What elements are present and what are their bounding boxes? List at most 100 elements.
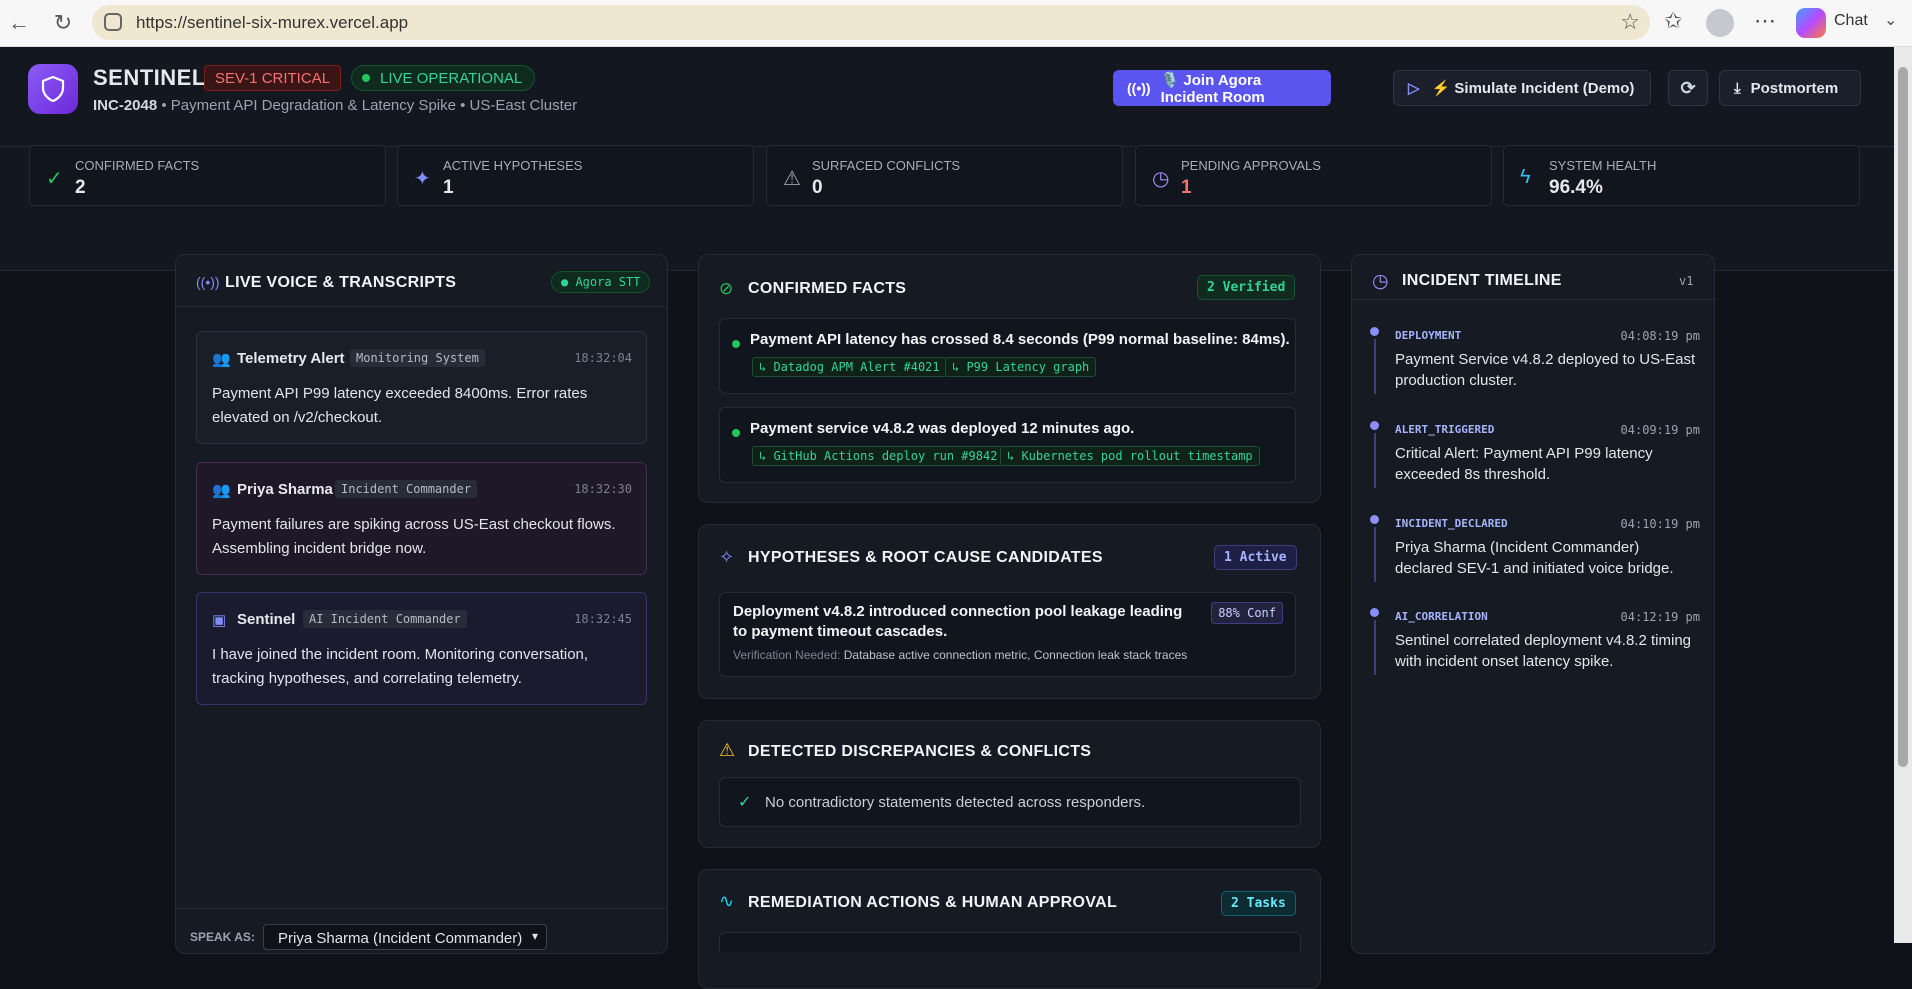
event-type: AI_CORRELATION [1395, 610, 1488, 623]
chevron-down-icon[interactable]: ⌄ [1884, 10, 1897, 30]
site-info-icon[interactable] [104, 13, 122, 31]
incident-id: INC-2048 [93, 97, 158, 114]
speaker-role: Incident Commander [335, 480, 478, 498]
message-text: Payment API P99 latency exceeded 8400ms.… [212, 385, 588, 426]
event-time: 04:09:19 pm [1620, 423, 1700, 437]
facts-badge: 2 Verified [1197, 275, 1296, 300]
event-text: Priya Sharma (Incident Commander) declar… [1395, 539, 1674, 577]
fact-dot-icon [732, 429, 740, 437]
scrollbar-thumb[interactable] [1898, 67, 1908, 767]
alert-triangle-icon: ⚠ [719, 740, 736, 760]
timeline-bullet-icon [1370, 515, 1379, 524]
timeline-event: ALERT_TRIGGERED 04:09:19 pm Critical Ale… [1370, 421, 1700, 493]
brand-title: SENTINEL [93, 65, 206, 90]
transcript-message: ▣ Sentinel AI Incident Commander 18:32:4… [196, 592, 647, 705]
stat-label: SYSTEM HEALTH [1549, 158, 1657, 173]
users-icon: 👥 [212, 482, 231, 499]
stt-badge: ● Agora STT [551, 271, 651, 293]
message-text: Payment failures are spiking across US-E… [212, 516, 616, 557]
evidence-tag[interactable]: ↳ Datadog APM Alert #4021 [752, 357, 947, 377]
fact-text: Payment API latency has crossed 8.4 seco… [750, 331, 1290, 348]
join-room-button[interactable]: ((•)) 🎙️ Join Agora Incident Room [1113, 70, 1331, 106]
event-text: Critical Alert: Payment API P99 latency … [1395, 445, 1653, 483]
timeline-version: v1 [1679, 274, 1694, 288]
reload-icon[interactable]: ↻ [48, 8, 78, 38]
remediation-item [719, 932, 1301, 952]
stat-value: 1 [1181, 177, 1192, 198]
stat-active-hypotheses: ✦ ACTIVE HYPOTHESES 1 [397, 145, 754, 206]
url-text: https://sentinel-six-murex.vercel.app [136, 12, 409, 32]
evidence-tag[interactable]: ↳ Kubernetes pod rollout timestamp [1000, 446, 1260, 466]
app-header: SENTINEL SEV-1 CRITICAL LIVE OPERATIONAL… [0, 47, 1894, 147]
back-icon[interactable]: ← [4, 8, 34, 38]
copilot-icon[interactable] [1796, 8, 1826, 38]
verification-label: Verification Needed: [733, 648, 841, 662]
refresh-button[interactable]: ⟳ [1668, 70, 1708, 106]
timeline-bullet-icon [1370, 608, 1379, 617]
check-circle-icon: ⊘ [719, 279, 734, 298]
live-dot-icon [362, 74, 370, 82]
incident-subtitle: INC-2048 • Payment API Degradation & Lat… [93, 97, 577, 114]
play-icon: ▷ [1408, 80, 1420, 97]
remediation-panel [698, 869, 1321, 989]
timeline-bullet-icon [1370, 327, 1379, 336]
timeline-title: INCIDENT TIMELINE [1402, 272, 1562, 289]
event-type: INCIDENT_DECLARED [1395, 517, 1508, 530]
postmortem-label: Postmortem [1750, 79, 1839, 97]
lightning-icon: ϟ [1520, 166, 1531, 188]
timeline-connector [1374, 433, 1376, 488]
timeline-connector [1374, 339, 1376, 394]
join-room-label: 🎙️ Join Agora Incident Room [1160, 71, 1265, 106]
status-badge: LIVE OPERATIONAL [351, 65, 536, 91]
profile-avatar[interactable] [1706, 9, 1734, 37]
evidence-tag[interactable]: ↳ P99 Latency graph [945, 357, 1097, 377]
divider [1352, 299, 1714, 300]
event-time: 04:10:19 pm [1620, 517, 1700, 531]
timeline-event: DEPLOYMENT 04:08:19 pm Payment Service v… [1370, 327, 1700, 399]
divider [176, 306, 667, 307]
speaker-name: Telemetry Alert [237, 350, 345, 367]
page-scrollbar[interactable] [1894, 47, 1912, 943]
favorite-star-icon[interactable]: ☆ [1620, 9, 1640, 35]
check-circle-icon: ✓ [46, 168, 63, 190]
timeline-connector [1374, 620, 1376, 675]
more-menu-icon[interactable]: ⋯ [1754, 8, 1776, 34]
divider [176, 908, 667, 909]
conflicts-empty-state: ✓ No contradictory statements detected a… [719, 777, 1301, 827]
stt-badge-label: Agora STT [575, 275, 641, 289]
chevron-down-icon: ▾ [531, 929, 538, 943]
postmortem-button[interactable]: ⤓ Postmortem [1719, 70, 1861, 106]
sparkles-icon: ✦ [414, 168, 431, 190]
fact-dot-icon [732, 340, 740, 348]
favorites-icon[interactable]: ✩ [1664, 8, 1682, 34]
stat-value: 96.4% [1549, 177, 1603, 198]
remediation-panel-title: REMEDIATION ACTIONS & HUMAN APPROVAL [748, 894, 1118, 911]
timeline-event: INCIDENT_DECLARED 04:10:19 pm Priya Shar… [1370, 515, 1700, 587]
event-text: Payment Service v4.8.2 deployed to US-Ea… [1395, 351, 1696, 389]
speak-as-select[interactable]: Priya Sharma (Incident Commander) ▾ [263, 924, 547, 950]
transcript-message: 👥 Telemetry Alert Monitoring System 18:3… [196, 331, 647, 444]
fact-item: Payment service v4.8.2 was deployed 12 m… [719, 407, 1296, 483]
simulate-incident-button[interactable]: ▷ ⚡ Simulate Incident (Demo) [1393, 70, 1651, 106]
message-text: I have joined the incident room. Monitor… [212, 646, 589, 687]
alert-triangle-icon: ⚠ [783, 168, 801, 190]
facts-panel-title: CONFIRMED FACTS [748, 280, 907, 297]
speaker-name: Priya Sharma [237, 481, 333, 498]
incident-description: • Payment API Degradation & Latency Spik… [157, 97, 578, 114]
speak-as-label: SPEAK AS: [190, 930, 255, 944]
stat-value: 2 [75, 177, 86, 198]
broadcast-icon: ((•)) [1127, 80, 1151, 96]
users-icon: 👥 [212, 351, 231, 368]
stat-label: ACTIVE HYPOTHESES [443, 158, 583, 173]
voice-panel-title: LIVE VOICE & TRANSCRIPTS [225, 274, 457, 291]
chat-label[interactable]: Chat [1834, 12, 1868, 30]
message-time: 18:32:30 [574, 482, 632, 496]
stat-value: 0 [812, 177, 823, 198]
address-bar[interactable]: https://sentinel-six-murex.vercel.app ☆ [92, 5, 1650, 40]
evidence-tag[interactable]: ↳ GitHub Actions deploy run #9842 [752, 446, 1005, 466]
simulate-label: ⚡ Simulate Incident (Demo) [1431, 80, 1635, 97]
stat-value: 1 [443, 177, 454, 198]
stat-system-health: ϟ SYSTEM HEALTH 96.4% [1503, 145, 1860, 206]
stat-label: PENDING APPROVALS [1181, 158, 1321, 173]
stat-label: SURFACED CONFLICTS [812, 158, 961, 173]
